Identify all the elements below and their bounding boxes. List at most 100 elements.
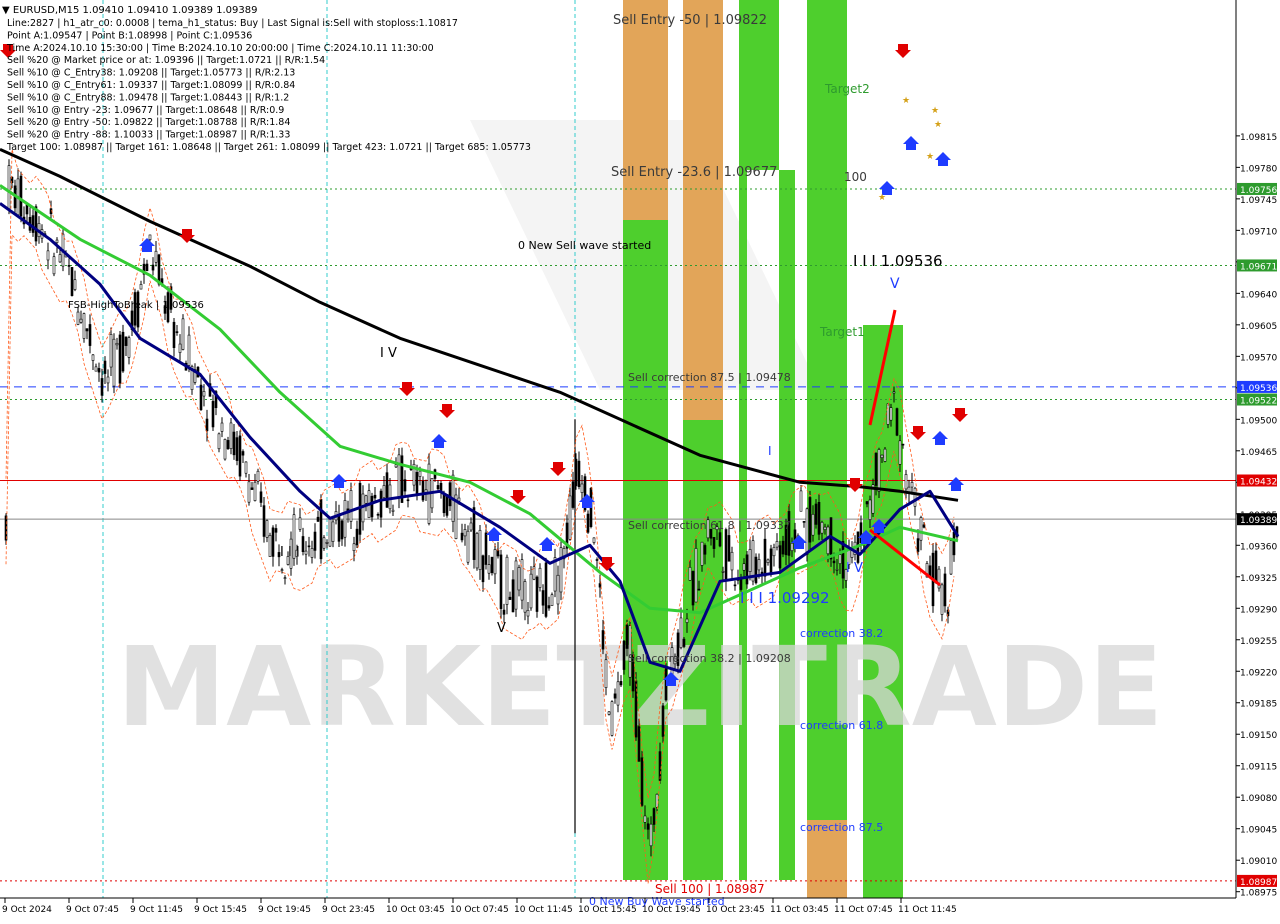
candle-body — [124, 336, 128, 346]
symbol-header: ▼ EURUSD,M15 1.09410 1.09410 1.09389 1.0… — [2, 5, 257, 16]
candle-body — [541, 590, 545, 606]
y-tick-label: 1.09220 — [1240, 668, 1277, 678]
annotation-label: correction 61.8 — [800, 719, 883, 732]
candle-body — [373, 494, 377, 499]
y-tick-label: 1.09640 — [1240, 290, 1277, 300]
info-line: Sell %20 @ Market price or at: 1.09396 |… — [7, 55, 325, 66]
candle-body — [235, 437, 239, 461]
candle-body — [88, 324, 92, 346]
candle-body — [823, 526, 827, 530]
candle-body — [283, 577, 287, 579]
x-tick-label: 10 Oct 23:45 — [706, 905, 765, 915]
candle-body — [895, 408, 899, 436]
candle-body — [217, 433, 221, 450]
y-tick-label: 1.09500 — [1240, 416, 1277, 426]
candle-body — [100, 378, 104, 396]
candle-body — [244, 461, 248, 474]
candle-body — [787, 511, 791, 556]
candle-body — [832, 560, 836, 564]
candle-body — [619, 681, 623, 686]
annotation-label: Target2 — [824, 82, 870, 96]
annotation-label: Sell correction 38.2 | 1.09208 — [628, 652, 791, 665]
candle-body — [571, 481, 575, 508]
candle-body — [25, 204, 29, 215]
candle-body — [586, 513, 590, 533]
candle-body — [349, 490, 353, 522]
x-tick-label: 11 Oct 11:45 — [898, 905, 957, 915]
info-line: Time A:2024.10.10 15:30:00 | Time B:2024… — [6, 43, 434, 54]
info-line: Target 100: 1.08987 || Target 161: 1.086… — [6, 142, 531, 153]
candle-body — [547, 605, 551, 609]
candle-body — [253, 481, 257, 501]
candle-body — [604, 659, 608, 688]
annotation-label: Target1 — [819, 325, 865, 339]
candle-body — [58, 254, 62, 263]
candle-body — [685, 618, 689, 623]
x-tick-label: 10 Oct 03:45 — [386, 905, 445, 915]
candle-body — [697, 588, 701, 591]
candle-body — [172, 321, 176, 348]
candle-body — [307, 545, 311, 548]
candle-body — [379, 490, 383, 518]
y-tick-label: 1.09255 — [1240, 637, 1277, 647]
candle-body — [919, 517, 923, 541]
price-chart[interactable]: MARKETZITRADE★★★★★Sell Entry -50 | 1.098… — [0, 0, 1280, 920]
candle-body — [97, 368, 101, 373]
annotation-label: V — [497, 621, 506, 636]
annotation-label: Sell Entry -50 | 1.09822 — [613, 13, 767, 28]
candle-body — [316, 516, 320, 522]
candle-body — [529, 573, 533, 609]
y-tick-label: 1.09780 — [1240, 164, 1277, 174]
annotation-label: I — [768, 444, 772, 458]
candle-body — [19, 175, 23, 217]
candle-body — [721, 571, 725, 573]
candle-body — [280, 569, 284, 571]
candle-body — [658, 751, 662, 781]
candle-body — [52, 256, 56, 275]
candle-body — [331, 521, 335, 542]
info-line: Sell %20 @ Entry -88: 1.10033 || Target:… — [7, 130, 290, 141]
candle-body — [799, 490, 803, 512]
candle-body — [370, 495, 374, 518]
candle-body — [385, 472, 389, 508]
candle-body — [151, 264, 155, 271]
candle-body — [232, 431, 236, 456]
candle-body — [364, 495, 368, 504]
candle-body — [241, 451, 245, 456]
candle-body — [772, 547, 776, 557]
candle-body — [262, 505, 266, 537]
candle-body — [442, 493, 446, 514]
candle-body — [952, 531, 956, 556]
candle-body — [727, 535, 731, 562]
candle-body — [322, 537, 326, 549]
candle-body — [229, 422, 233, 449]
annotation-label: I V — [380, 346, 397, 361]
candle-body — [478, 529, 482, 570]
candle-body — [31, 215, 35, 233]
candle-body — [934, 550, 938, 583]
candle-body — [802, 521, 806, 523]
candle-body — [91, 354, 95, 361]
candle-body — [874, 452, 878, 486]
candle-body — [199, 384, 203, 411]
candle-body — [274, 528, 278, 533]
candle-body — [376, 513, 380, 516]
candle-body — [694, 548, 698, 603]
candle-body — [226, 440, 230, 450]
candle-body — [487, 564, 491, 574]
candle-body — [403, 479, 407, 492]
x-tick-label: 9 Oct 07:45 — [66, 905, 119, 915]
price-tag-label: 1.09389 — [1240, 516, 1277, 526]
zone-rect-2 — [683, 0, 723, 420]
candle-body — [337, 514, 341, 542]
candle-body — [247, 481, 251, 503]
candle-body — [256, 470, 260, 482]
candle-body — [82, 313, 86, 339]
candle-body — [646, 823, 650, 830]
annotation-label: 0 New Sell wave started — [518, 239, 651, 252]
candle-body — [655, 793, 659, 808]
candle-body — [700, 541, 704, 566]
candle-body — [139, 284, 143, 290]
candle-body — [577, 460, 581, 487]
x-tick-label: 9 Oct 2024 — [2, 905, 52, 915]
